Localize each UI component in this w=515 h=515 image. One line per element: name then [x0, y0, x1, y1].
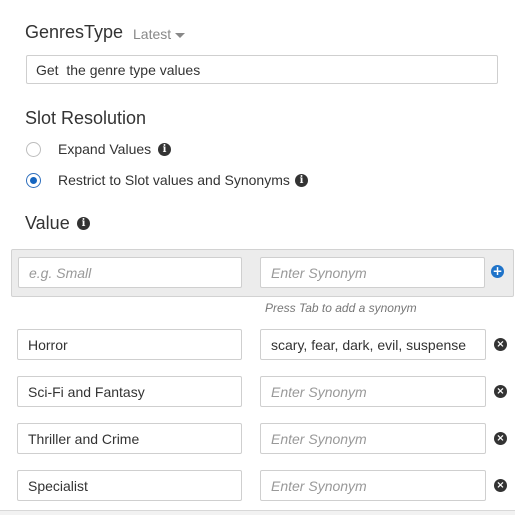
- version-dropdown[interactable]: Latest: [133, 26, 186, 42]
- slot-value-input[interactable]: [17, 470, 242, 501]
- synonyms-input[interactable]: [260, 470, 486, 501]
- slot-value-input[interactable]: [17, 376, 242, 407]
- times-circle-icon[interactable]: ×: [494, 385, 507, 398]
- footer-strip: [0, 511, 515, 515]
- radio-restrict-values[interactable]: [26, 173, 41, 188]
- caret-down-icon: [175, 32, 186, 38]
- times-circle-icon[interactable]: ×: [494, 479, 507, 492]
- times-circle-icon[interactable]: ×: [494, 432, 507, 445]
- radio-restrict-values-label: Restrict to Slot values and Synonyms: [58, 172, 290, 188]
- synonyms-input[interactable]: [260, 329, 486, 360]
- synonym-hint: Press Tab to add a synonym: [265, 301, 417, 315]
- value-section-title: Value: [25, 213, 70, 233]
- synonyms-input[interactable]: [260, 423, 486, 454]
- plus-circle-icon[interactable]: +: [491, 265, 504, 278]
- times-circle-icon[interactable]: ×: [494, 338, 507, 351]
- slot-value-input[interactable]: [17, 329, 242, 360]
- synonyms-input[interactable]: [260, 376, 486, 407]
- radio-expand-values[interactable]: [26, 142, 41, 157]
- slot-resolution-title: Slot Resolution: [25, 108, 147, 128]
- info-icon[interactable]: i: [158, 143, 171, 156]
- slot-value-input[interactable]: [17, 423, 242, 454]
- info-icon[interactable]: i: [295, 174, 308, 187]
- slot-type-name: GenresType: [25, 22, 124, 42]
- info-icon[interactable]: i: [77, 217, 90, 230]
- description-field[interactable]: [26, 55, 498, 84]
- new-value-input[interactable]: [18, 257, 242, 288]
- new-synonym-input[interactable]: [260, 257, 485, 288]
- radio-expand-values-label: Expand Values: [58, 141, 152, 157]
- version-label: Latest: [133, 26, 172, 42]
